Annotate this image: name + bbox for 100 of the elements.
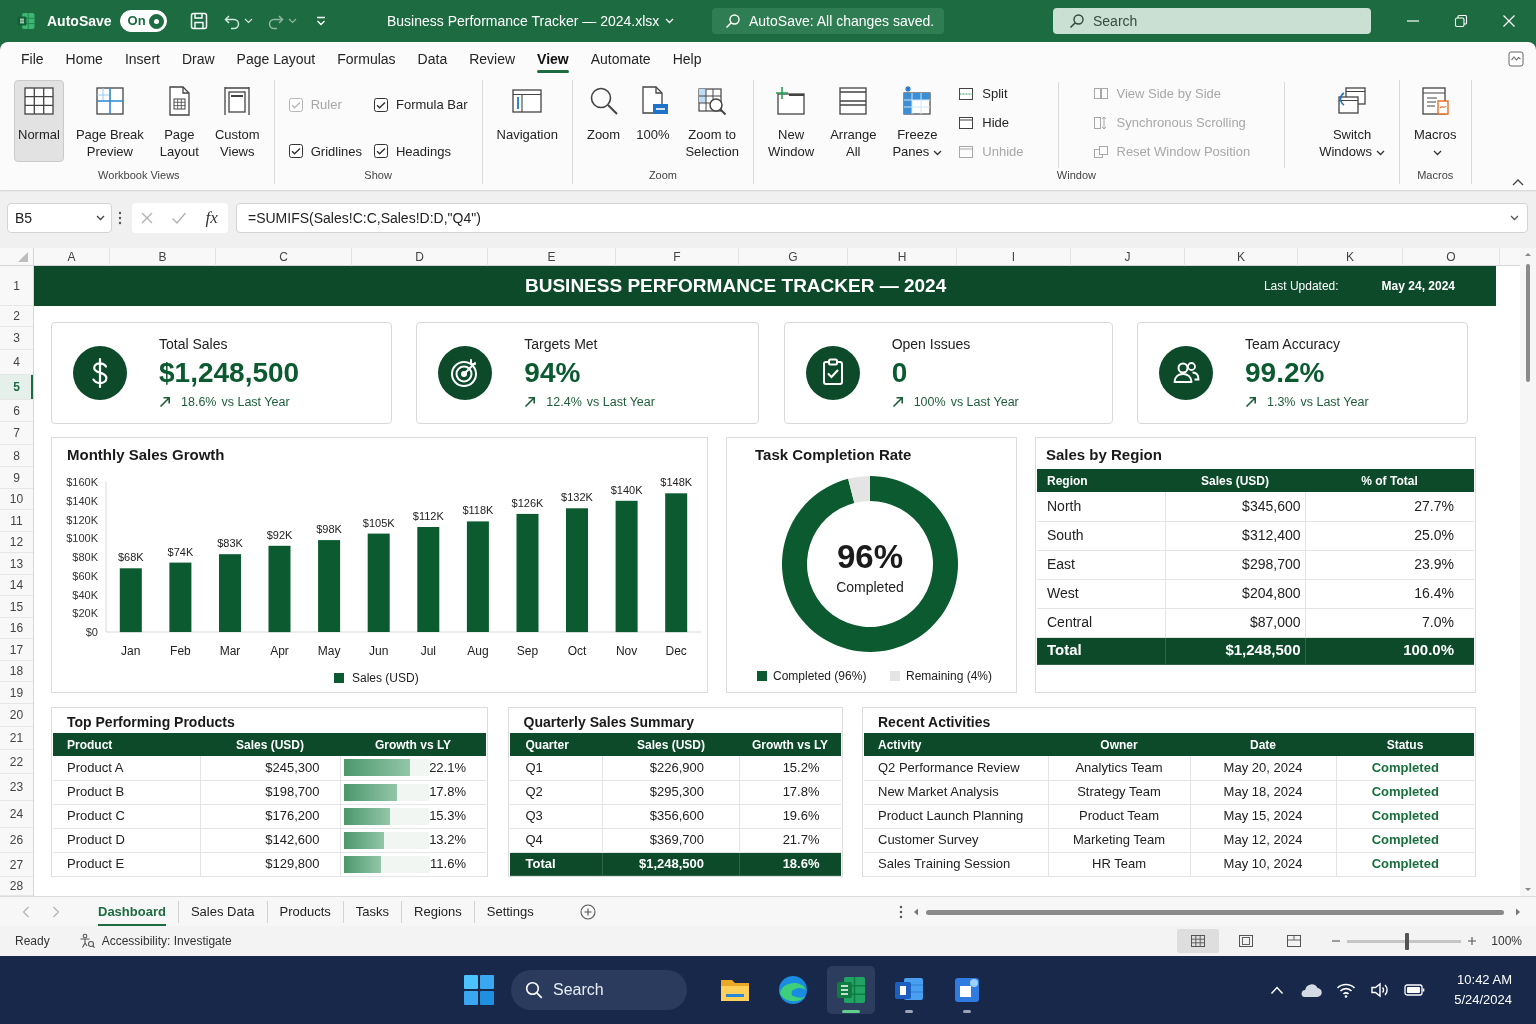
ribbon-tab[interactable]: Draw: [170, 42, 226, 76]
zoom-slider-thumb[interactable]: [1404, 932, 1409, 950]
chevron-up-icon[interactable]: [1270, 985, 1285, 995]
row-header[interactable]: 26: [0, 828, 33, 853]
axis-label: $0: [85, 626, 98, 638]
sheet-tab[interactable]: Settings: [474, 900, 546, 923]
ribbon-button[interactable]: Arrange All: [826, 80, 881, 162]
window-plus-icon: [775, 85, 808, 117]
ribbon-tab[interactable]: Help: [661, 42, 713, 76]
axis-label: Mar: [219, 644, 241, 658]
ribbon-button[interactable]: Macros: [1409, 80, 1461, 162]
undo-icon[interactable]: [222, 12, 241, 30]
wifi-icon[interactable]: [1336, 982, 1357, 998]
document-title[interactable]: Business Performance Tracker — 2024.xlsx: [370, 10, 712, 32]
ribbon-button[interactable]: Zoom to Selection: [681, 80, 743, 162]
sheet-tab[interactable]: Sales Data: [178, 900, 268, 923]
row-header[interactable]: 10: [0, 489, 33, 510]
vertical-scrollbar[interactable]: [1520, 248, 1536, 896]
redo-icon[interactable]: [266, 12, 285, 30]
sheet-tab[interactable]: Dashboard: [86, 900, 179, 923]
volume-icon[interactable]: [1370, 982, 1391, 998]
row-header[interactable]: 12: [0, 532, 33, 553]
ribbon-tab[interactable]: View: [526, 42, 580, 76]
checkbox-label: Formula Bar: [396, 96, 468, 114]
ribbon-tab[interactable]: Home: [54, 42, 114, 76]
clock-time[interactable]: 10:42 AM: [1454, 970, 1512, 990]
add-sheet-icon[interactable]: [579, 903, 596, 920]
save-icon[interactable]: [188, 11, 209, 31]
enter-check-icon[interactable]: [170, 211, 187, 225]
zoom-level[interactable]: 100%: [1491, 932, 1522, 950]
row-header[interactable]: 24: [0, 801, 33, 828]
checkbox[interactable]: [374, 97, 388, 112]
row-header[interactable]: 14: [0, 575, 33, 596]
close-icon[interactable]: [1502, 14, 1516, 28]
autosave-toggle[interactable]: On: [119, 10, 167, 32]
row-header[interactable]: 2: [0, 306, 33, 327]
ribbon-button[interactable]: Split: [954, 80, 1028, 108]
sheet-tab[interactable]: Tasks: [343, 900, 403, 923]
ribbon-tab[interactable]: Automate: [579, 42, 662, 76]
ribbon-button[interactable]: Hide: [954, 109, 1028, 137]
row-header[interactable]: 18: [0, 661, 33, 682]
ribbon-button[interactable]: New Window: [763, 80, 819, 162]
row-header[interactable]: 20: [0, 704, 33, 727]
row-header[interactable]: 9: [0, 467, 33, 489]
zoom-in-icon[interactable]: [1467, 936, 1478, 946]
ribbon-button[interactable]: Zoom: [582, 80, 625, 162]
caret-icon[interactable]: [287, 18, 297, 24]
view-button[interactable]: [1177, 929, 1220, 953]
sheet-tab[interactable]: Regions: [402, 900, 475, 923]
more-icon[interactable]: [118, 211, 122, 225]
ribbon-tab[interactable]: Review: [458, 42, 527, 76]
ribbon-button[interactable]: Page Layout: [155, 80, 203, 162]
taskbar-search[interactable]: Search: [511, 970, 687, 1010]
checkbox[interactable]: [374, 144, 388, 159]
ribbon-button[interactable]: Freeze Panes: [888, 80, 947, 162]
battery-icon[interactable]: [1404, 983, 1427, 997]
line-chart-icon[interactable]: [1508, 51, 1524, 67]
row-header[interactable]: 15: [0, 596, 33, 618]
ribbon-tab[interactable]: Insert: [113, 42, 171, 76]
search-input[interactable]: Search: [553, 977, 673, 1003]
row-header[interactable]: 27: [0, 853, 33, 877]
ribbon-button[interactable]: Custom Views: [210, 80, 264, 162]
ribbon-tab[interactable]: Page Layout: [225, 42, 327, 76]
name-box[interactable]: B5: [7, 203, 112, 233]
insert-function-button[interactable]: fx: [203, 205, 220, 231]
sheet-tab[interactable]: Products: [267, 900, 344, 923]
accessibility-icon[interactable]: [78, 933, 95, 949]
row-header[interactable]: 5: [0, 375, 33, 400]
row-header[interactable]: 11: [0, 510, 33, 532]
more-icon[interactable]: [898, 904, 903, 919]
ribbon-button[interactable]: Switch Windows: [1315, 80, 1389, 162]
row-header[interactable]: 3: [0, 327, 33, 350]
customize-icon[interactable]: [314, 15, 327, 27]
total-cell: Total: [509, 852, 603, 875]
accessibility-status[interactable]: Accessibility: Investigate: [101, 932, 232, 950]
row-header[interactable]: 1: [0, 266, 33, 306]
ribbon-button[interactable]: Normal: [14, 80, 64, 162]
restore-icon[interactable]: [1454, 14, 1468, 28]
row-header[interactable]: 23: [0, 774, 33, 801]
checkbox[interactable]: [288, 144, 303, 159]
row-header[interactable]: 21: [0, 727, 33, 750]
row-header[interactable]: 22: [0, 750, 33, 774]
collapse-ribbon-icon[interactable]: [1512, 178, 1524, 186]
ribbon-tab[interactable]: Formulas: [326, 42, 407, 76]
row-header[interactable]: 17: [0, 639, 33, 661]
row-header[interactable]: 7: [0, 422, 33, 445]
formula-input[interactable]: =SUMIFS(Sales!C:C,Sales!D:D,"Q4"): [236, 203, 1528, 233]
ribbon-button[interactable]: Page Break Preview: [71, 80, 148, 162]
ribbon-tab[interactable]: File: [10, 42, 55, 76]
row-header[interactable]: 8: [0, 445, 33, 467]
ribbon-button[interactable]: Navigation: [492, 80, 562, 162]
start-icon[interactable]: [463, 974, 495, 1006]
row-header[interactable]: 6: [0, 400, 33, 422]
ribbon-button[interactable]: 100%: [632, 80, 674, 162]
row-header[interactable]: 13: [0, 553, 33, 575]
ribbon-tab[interactable]: Data: [406, 42, 459, 76]
row-header[interactable]: 16: [0, 618, 33, 639]
clock-date[interactable]: 5/24/2024: [1454, 990, 1512, 1010]
save-status-text: AutoSave: All changes saved.: [749, 11, 935, 31]
row-header[interactable]: 19: [0, 682, 33, 704]
